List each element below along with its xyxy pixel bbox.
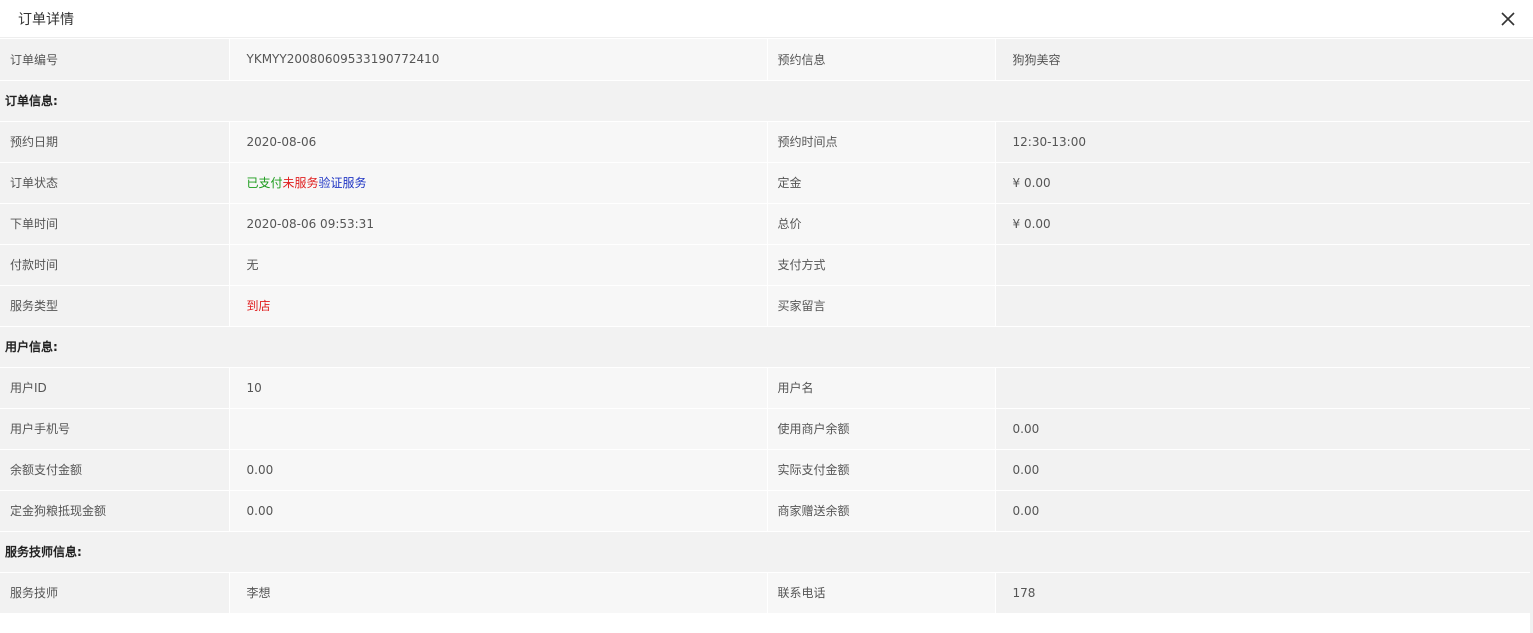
table-row: 定金狗粮抵现金额 0.00 商家赠送余额 0.00: [0, 490, 1530, 532]
section-title: 用户信息:: [0, 326, 1530, 368]
table-row: 下单时间 2020-08-06 09:53:31 总价 ¥ 0.00: [0, 203, 1530, 245]
order-time-label: 下单时间: [0, 203, 230, 245]
total-price-label: 总价: [767, 203, 996, 245]
dogfood-deduction-value: 0.00: [229, 490, 768, 532]
order-time-value: 2020-08-06 09:53:31: [229, 203, 768, 245]
user-id-label: 用户ID: [0, 367, 230, 409]
technician-label: 服务技师: [0, 572, 230, 614]
service-type-text: 到店: [246, 299, 271, 313]
username-value: [995, 367, 1530, 409]
section-order-info: 订单信息:: [0, 80, 1530, 122]
section-user-info: 用户信息:: [0, 326, 1530, 368]
section-title: 订单信息:: [0, 80, 1530, 122]
actual-payment-label: 实际支付金额: [767, 449, 996, 491]
status-unserved: 未服务: [282, 176, 319, 190]
payment-time-value: 无: [229, 244, 768, 286]
merchant-balance-used-value: 0.00: [995, 408, 1530, 450]
payment-method-label: 支付方式: [767, 244, 996, 286]
contact-phone-label: 联系电话: [767, 572, 996, 614]
buyer-message-label: 买家留言: [767, 285, 996, 327]
merchant-balance-used-label: 使用商户余额: [767, 408, 996, 450]
user-phone-value: [229, 408, 768, 450]
service-type-label: 服务类型: [0, 285, 230, 327]
merchant-gift-balance-value: 0.00: [995, 490, 1530, 532]
order-no-value: YKMYY20080609533190772410: [229, 39, 768, 81]
table-row: 服务类型 到店 买家留言: [0, 285, 1530, 327]
table-row: 订单编号 YKMYY20080609533190772410 预约信息 狗狗美容: [0, 39, 1530, 81]
dogfood-deduction-label: 定金狗粮抵现金额: [0, 490, 230, 532]
reservation-info-value: 狗狗美容: [995, 39, 1530, 81]
dialog-header: 订单详情: [0, 0, 1533, 38]
balance-payment-value: 0.00: [229, 449, 768, 491]
table-row: 订单状态 已支付未服务验证服务 定金 ¥ 0.00: [0, 162, 1530, 204]
appointment-time-label: 预约时间点: [767, 121, 996, 163]
status-paid: 已支付: [246, 176, 283, 190]
merchant-gift-balance-label: 商家赠送余额: [767, 490, 996, 532]
order-no-label: 订单编号: [0, 39, 230, 81]
verify-service-link[interactable]: 验证服务: [319, 176, 367, 190]
service-type-value: 到店: [229, 285, 768, 327]
deposit-value: ¥ 0.00: [995, 162, 1530, 204]
table-row: 用户ID 10 用户名: [0, 367, 1530, 409]
deposit-label: 定金: [767, 162, 996, 204]
order-detail-table: 订单编号 YKMYY20080609533190772410 预约信息 狗狗美容…: [0, 39, 1530, 614]
user-id-value: 10: [229, 367, 768, 409]
order-status-value: 已支付未服务验证服务: [229, 162, 768, 204]
username-label: 用户名: [767, 367, 996, 409]
payment-method-value: [995, 244, 1530, 286]
technician-value: 李想: [229, 572, 768, 614]
table-row: 服务技师 李想 联系电话 178: [0, 572, 1530, 614]
order-detail-dialog: 订单详情 订单编号 YKMYY20080609533190772410 预约信息…: [0, 0, 1533, 633]
table-row: 预约日期 2020-08-06 预约时间点 12:30-13:00: [0, 121, 1530, 163]
total-price-value: ¥ 0.00: [995, 203, 1530, 245]
table-row: 用户手机号 使用商户余额 0.00: [0, 408, 1530, 450]
payment-time-label: 付款时间: [0, 244, 230, 286]
order-status-label: 订单状态: [0, 162, 230, 204]
buyer-message-value: [995, 285, 1530, 327]
balance-payment-label: 余额支付金额: [0, 449, 230, 491]
table-row: 余额支付金额 0.00 实际支付金额 0.00: [0, 449, 1530, 491]
section-tech-info: 服务技师信息:: [0, 531, 1530, 573]
appointment-date-value: 2020-08-06: [229, 121, 768, 163]
appointment-date-label: 预约日期: [0, 121, 230, 163]
table-row: 付款时间 无 支付方式: [0, 244, 1530, 286]
actual-payment-value: 0.00: [995, 449, 1530, 491]
reservation-info-label: 预约信息: [767, 39, 996, 81]
detail-scroll-area[interactable]: 订单编号 YKMYY20080609533190772410 预约信息 狗狗美容…: [0, 39, 1530, 633]
appointment-time-value: 12:30-13:00: [995, 121, 1530, 163]
dialog-title: 订单详情: [18, 11, 74, 28]
close-icon[interactable]: [1499, 10, 1517, 28]
user-phone-label: 用户手机号: [0, 408, 230, 450]
contact-phone-value: 178: [995, 572, 1530, 614]
section-title: 服务技师信息:: [0, 531, 1530, 573]
